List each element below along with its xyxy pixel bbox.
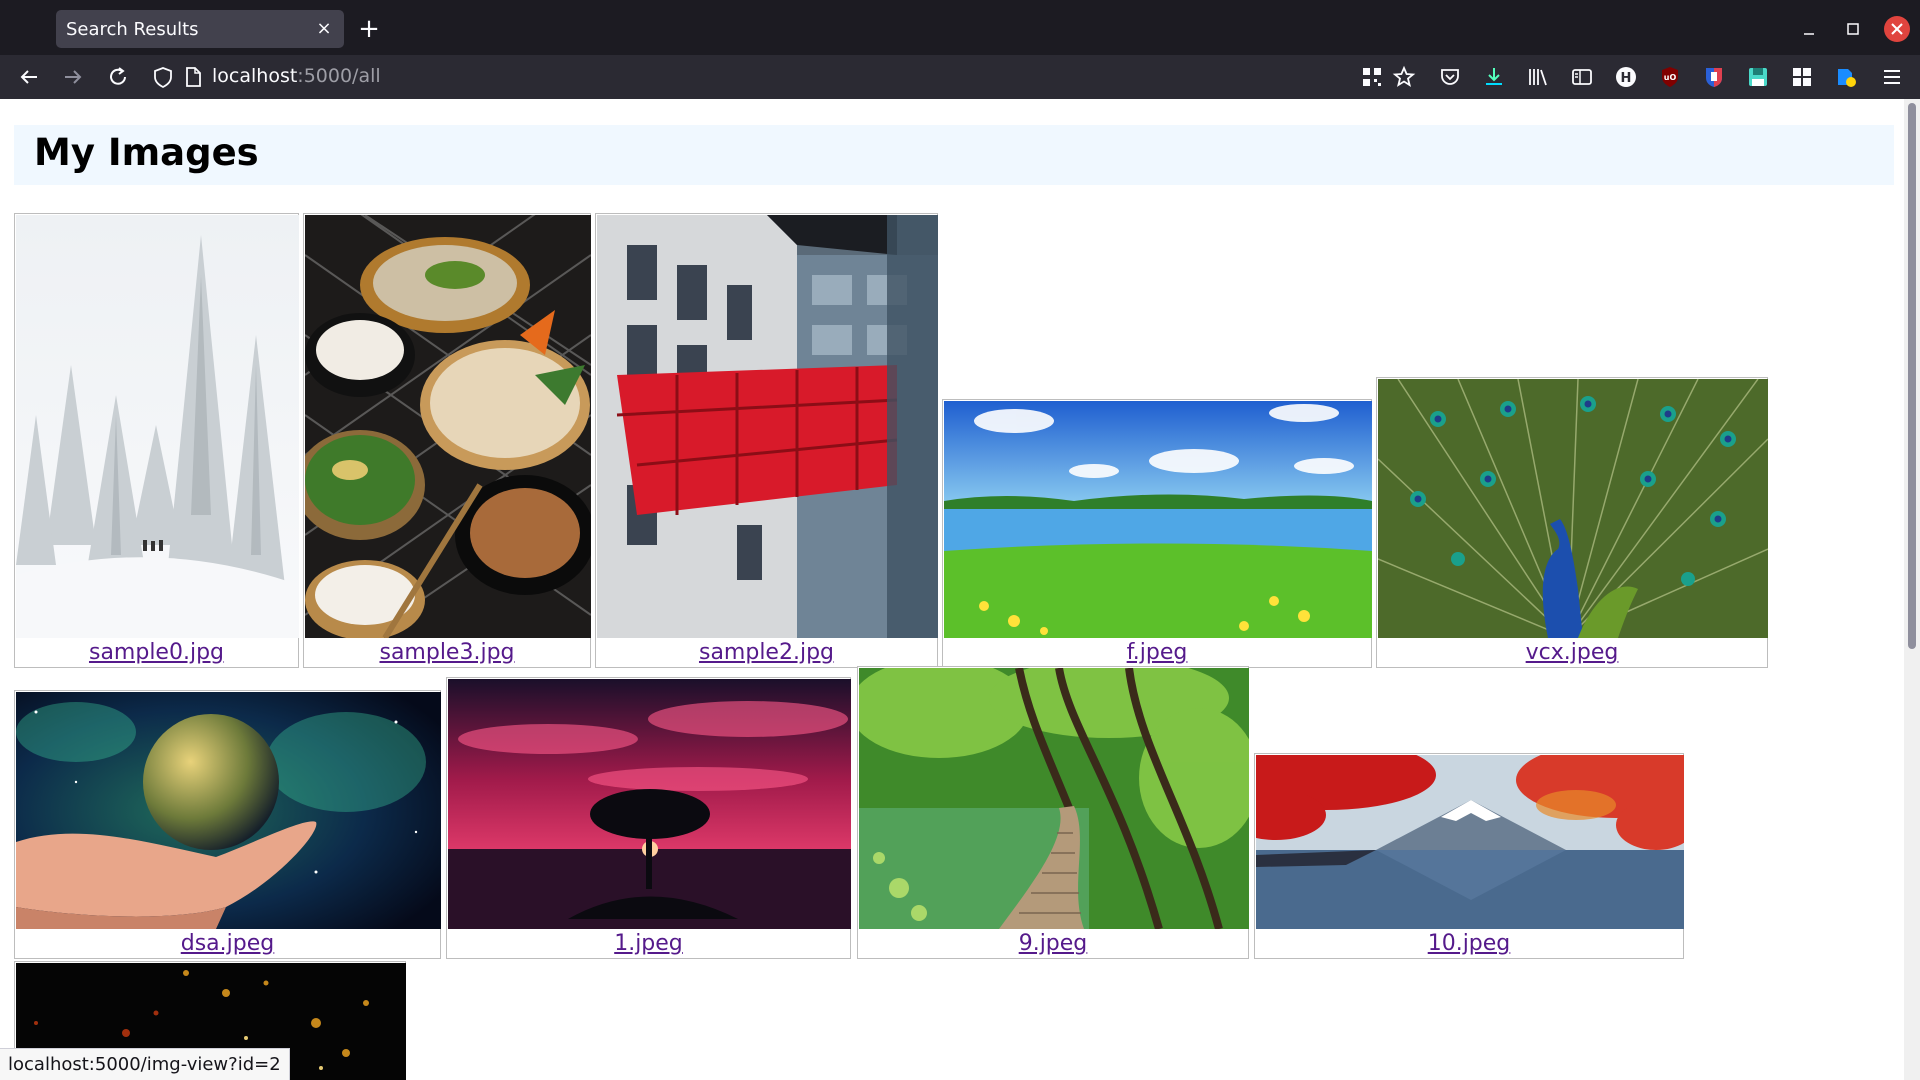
- image-card[interactable]: 9.jpeg: [857, 666, 1249, 959]
- page-icon[interactable]: [182, 66, 204, 88]
- thumbnail-food-bowls[interactable]: [305, 215, 591, 638]
- address-bar[interactable]: localhost:5000/all: [212, 65, 381, 87]
- image-link[interactable]: f.jpeg: [943, 640, 1371, 665]
- forward-icon[interactable]: [60, 64, 86, 90]
- page-content: My Images sample0.jpg sample3.jpg sample…: [0, 99, 1920, 1080]
- image-card[interactable]: dsa.jpeg: [14, 690, 441, 959]
- image-card[interactable]: 1.jpeg: [446, 677, 851, 959]
- url-host: localhost: [212, 65, 298, 87]
- image-link[interactable]: sample3.jpg: [304, 640, 590, 665]
- header-band: My Images: [14, 125, 1894, 185]
- image-link[interactable]: 9.jpeg: [858, 931, 1248, 956]
- image-card[interactable]: sample2.jpg: [595, 213, 938, 668]
- svg-text:H: H: [1621, 71, 1632, 86]
- extension-badge-icon[interactable]: [1834, 65, 1858, 89]
- minimize-icon[interactable]: [1796, 16, 1822, 42]
- scrollbar[interactable]: [1904, 99, 1920, 1080]
- maximize-icon[interactable]: [1840, 16, 1866, 42]
- sidebar-icon[interactable]: [1570, 65, 1594, 89]
- scrollbar-thumb[interactable]: [1908, 103, 1916, 649]
- page-title: My Images: [34, 131, 259, 174]
- new-tab-button[interactable]: +: [356, 16, 382, 42]
- thumbnail-earth-in-hand[interactable]: [16, 692, 441, 929]
- ublock-icon[interactable]: uO: [1658, 65, 1682, 89]
- thumbnail-mount-fuji-autumn[interactable]: [1256, 755, 1684, 929]
- download-icon[interactable]: [1482, 65, 1506, 89]
- menu-icon[interactable]: [1880, 65, 1904, 89]
- image-link[interactable]: 10.jpeg: [1255, 931, 1683, 956]
- image-card[interactable]: 10.jpeg: [1254, 753, 1684, 959]
- image-card[interactable]: vcx.jpeg: [1376, 377, 1768, 668]
- image-link[interactable]: sample0.jpg: [15, 640, 298, 665]
- qr-icon[interactable]: [1360, 65, 1384, 89]
- shield-icon[interactable]: [152, 66, 174, 89]
- shield-ext-icon[interactable]: [1702, 65, 1726, 89]
- svg-text:uO: uO: [1664, 73, 1677, 82]
- url-path: :5000/all: [297, 65, 381, 87]
- library-icon[interactable]: [1526, 65, 1550, 89]
- window-close-icon[interactable]: [1884, 16, 1910, 42]
- tab-title: Search Results: [66, 19, 199, 40]
- pocket-icon[interactable]: [1438, 65, 1462, 89]
- image-link[interactable]: dsa.jpeg: [15, 931, 440, 956]
- back-icon[interactable]: [16, 64, 42, 90]
- grid-ext-icon[interactable]: [1790, 65, 1814, 89]
- image-card[interactable]: sample3.jpg: [303, 213, 591, 668]
- thumbnail-forest-boardwalk[interactable]: [859, 668, 1249, 929]
- tab-search-results[interactable]: Search Results ×: [56, 10, 344, 48]
- navigation-toolbar: localhost:5000/all H uO: [0, 55, 1920, 99]
- thumbnail-lake-meadow[interactable]: [944, 401, 1372, 638]
- image-card[interactable]: sample0.jpg: [14, 213, 299, 668]
- thumbnail-snowy-forest[interactable]: [16, 215, 299, 638]
- tab-close-icon[interactable]: ×: [314, 19, 334, 39]
- extension-h-icon[interactable]: H: [1614, 65, 1638, 89]
- image-card[interactable]: f.jpeg: [942, 399, 1372, 668]
- tab-bar: Search Results × +: [0, 0, 1920, 55]
- thumbnail-tree-sunset[interactable]: [448, 679, 851, 929]
- thumbnail-peacock[interactable]: [1378, 379, 1768, 638]
- image-link[interactable]: vcx.jpeg: [1377, 640, 1767, 665]
- reload-icon[interactable]: [105, 64, 131, 90]
- image-link[interactable]: sample2.jpg: [596, 640, 937, 665]
- thumbnail-red-bridge-building[interactable]: [597, 215, 938, 638]
- status-bar-url: localhost:5000/img-view?id=2: [0, 1048, 290, 1080]
- image-link[interactable]: 1.jpeg: [447, 931, 850, 956]
- save-ext-icon[interactable]: [1746, 65, 1770, 89]
- bookmark-star-icon[interactable]: [1392, 65, 1416, 89]
